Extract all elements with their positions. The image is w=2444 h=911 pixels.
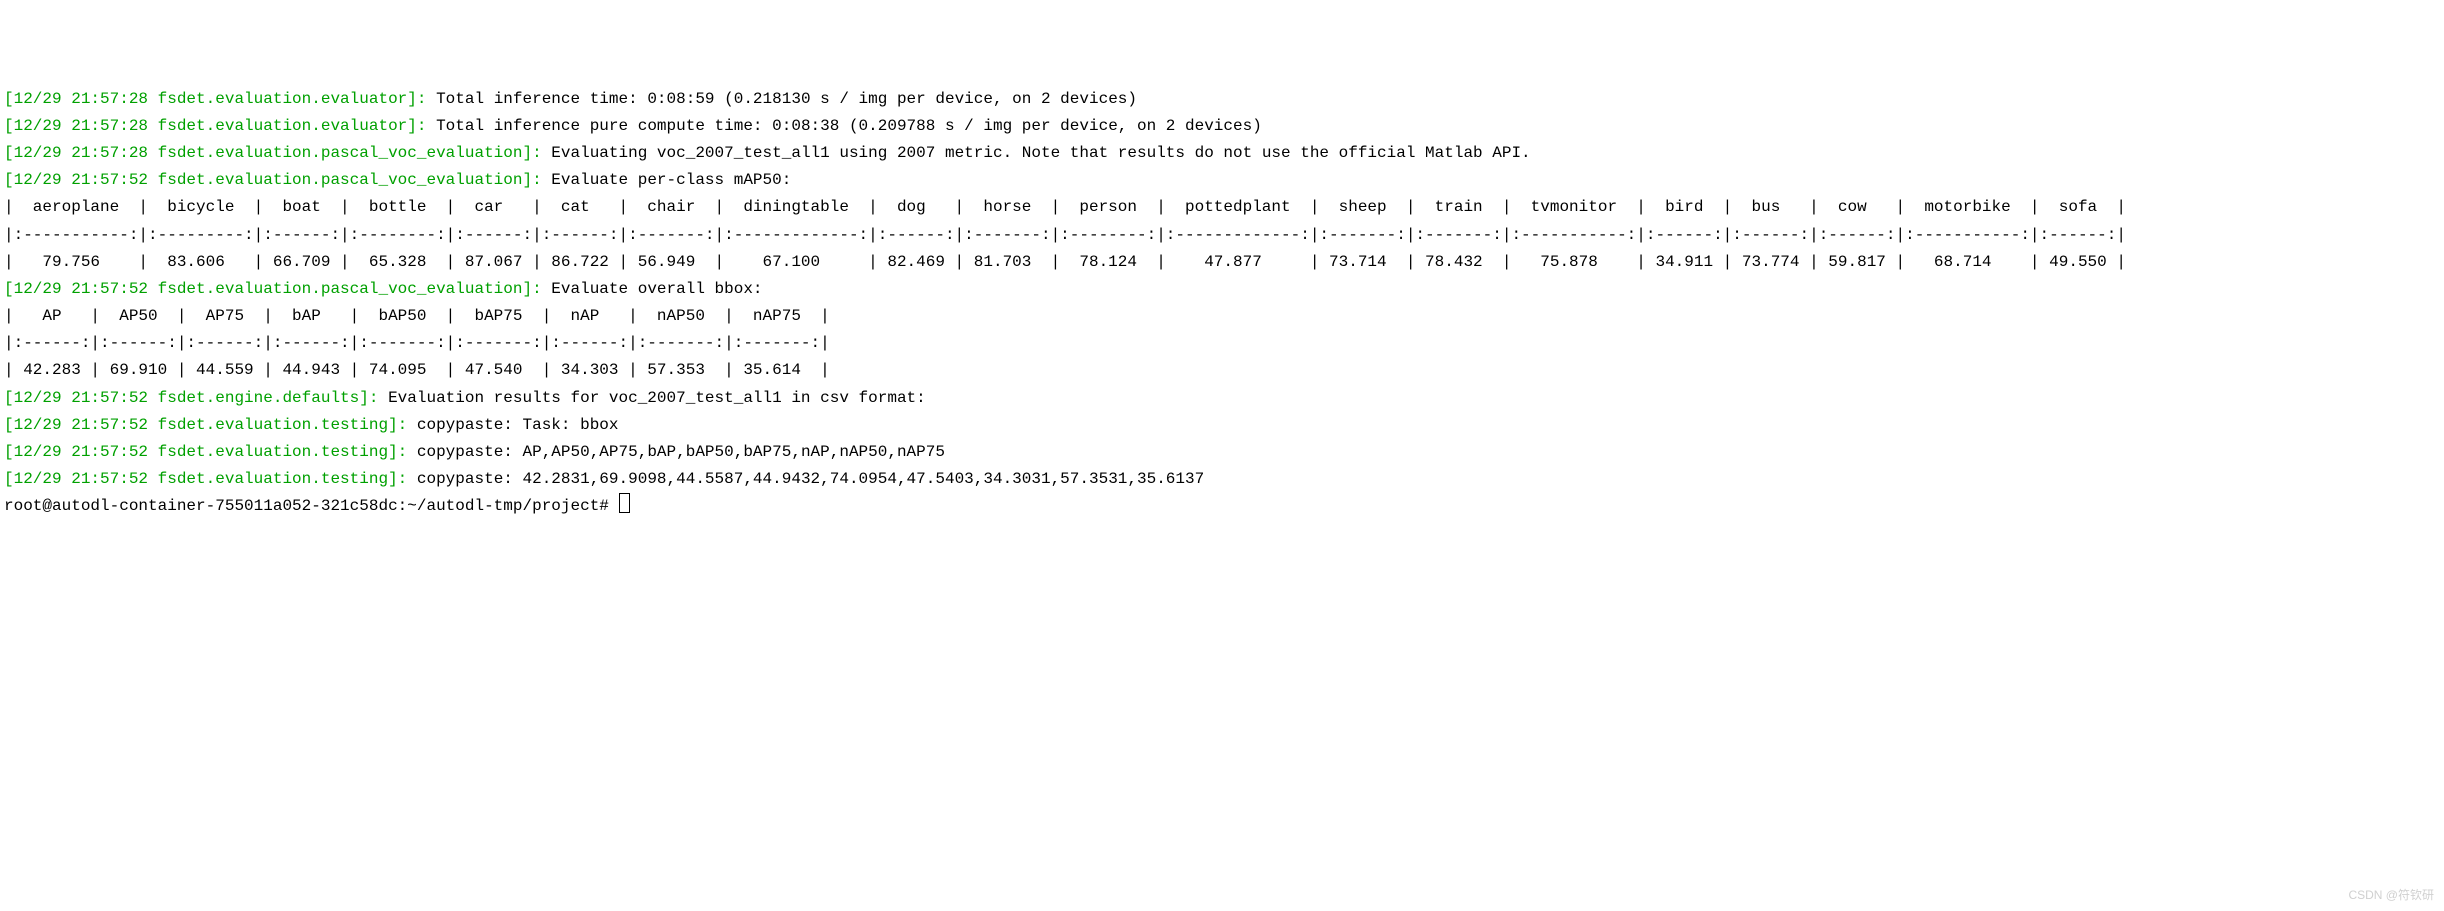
log-body: Total inference pure compute time: 0:08:… <box>436 117 1262 135</box>
log-body: |:-----------:|:---------:|:------:|:---… <box>4 226 2126 244</box>
log-line: [12/29 21:57:28 fsdet.evaluation.evaluat… <box>4 90 1137 108</box>
shell-prompt[interactable]: root@autodl-container-755011a052-321c58d… <box>4 497 619 515</box>
log-prefix: [12/29 21:57:28 fsdet.evaluation.evaluat… <box>4 90 436 108</box>
log-line: [12/29 21:57:52 fsdet.evaluation.testing… <box>4 443 945 461</box>
log-line: | 79.756 | 83.606 | 66.709 | 65.328 | 87… <box>4 253 2126 271</box>
log-body: Evaluate per-class mAP50: <box>551 171 791 189</box>
log-prefix: [12/29 21:57:28 fsdet.evaluation.evaluat… <box>4 117 436 135</box>
log-line: [12/29 21:57:52 fsdet.evaluation.testing… <box>4 470 1204 488</box>
log-line: | aeroplane | bicycle | boat | bottle | … <box>4 198 2126 216</box>
watermark: CSDN @符钦研 <box>2348 885 2434 905</box>
log-body: copypaste: Task: bbox <box>417 416 619 434</box>
log-line: | 42.283 | 69.910 | 44.559 | 44.943 | 74… <box>4 361 830 379</box>
log-prefix: [12/29 21:57:52 fsdet.engine.defaults]: <box>4 389 388 407</box>
log-body: Evaluation results for voc_2007_test_all… <box>388 389 926 407</box>
log-body: | AP | AP50 | AP75 | bAP | bAP50 | bAP75… <box>4 307 830 325</box>
log-body: | 42.283 | 69.910 | 44.559 | 44.943 | 74… <box>4 361 830 379</box>
log-body: Evaluating voc_2007_test_all1 using 2007… <box>551 144 1530 162</box>
log-line: |:------:|:------:|:------:|:------:|:--… <box>4 334 830 352</box>
log-body: copypaste: AP,AP50,AP75,bAP,bAP50,bAP75,… <box>417 443 945 461</box>
log-prefix: [12/29 21:57:28 fsdet.evaluation.pascal_… <box>4 144 551 162</box>
log-line: | AP | AP50 | AP75 | bAP | bAP50 | bAP75… <box>4 307 830 325</box>
log-prefix: [12/29 21:57:52 fsdet.evaluation.testing… <box>4 416 417 434</box>
log-body: copypaste: 42.2831,69.9098,44.5587,44.94… <box>417 470 1204 488</box>
log-body: |:------:|:------:|:------:|:------:|:--… <box>4 334 830 352</box>
log-prefix: [12/29 21:57:52 fsdet.evaluation.testing… <box>4 470 417 488</box>
terminal-output[interactable]: [12/29 21:57:28 fsdet.evaluation.evaluat… <box>4 86 2440 521</box>
log-prefix: [12/29 21:57:52 fsdet.evaluation.pascal_… <box>4 171 551 189</box>
log-body: Total inference time: 0:08:59 (0.218130 … <box>436 90 1137 108</box>
log-prefix: [12/29 21:57:52 fsdet.evaluation.testing… <box>4 443 417 461</box>
log-body: | 79.756 | 83.606 | 66.709 | 65.328 | 87… <box>4 253 2126 271</box>
log-line: [12/29 21:57:52 fsdet.evaluation.pascal_… <box>4 171 791 189</box>
log-prefix: [12/29 21:57:52 fsdet.evaluation.pascal_… <box>4 280 551 298</box>
log-line: [12/29 21:57:52 fsdet.evaluation.pascal_… <box>4 280 763 298</box>
log-line: [12/29 21:57:52 fsdet.engine.defaults]: … <box>4 389 926 407</box>
log-body: Evaluate overall bbox: <box>551 280 762 298</box>
log-line: |:-----------:|:---------:|:------:|:---… <box>4 226 2126 244</box>
log-line: [12/29 21:57:28 fsdet.evaluation.pascal_… <box>4 144 1531 162</box>
log-line: [12/29 21:57:52 fsdet.evaluation.testing… <box>4 416 619 434</box>
cursor <box>619 493 630 513</box>
log-body: | aeroplane | bicycle | boat | bottle | … <box>4 198 2126 216</box>
log-line: [12/29 21:57:28 fsdet.evaluation.evaluat… <box>4 117 1262 135</box>
